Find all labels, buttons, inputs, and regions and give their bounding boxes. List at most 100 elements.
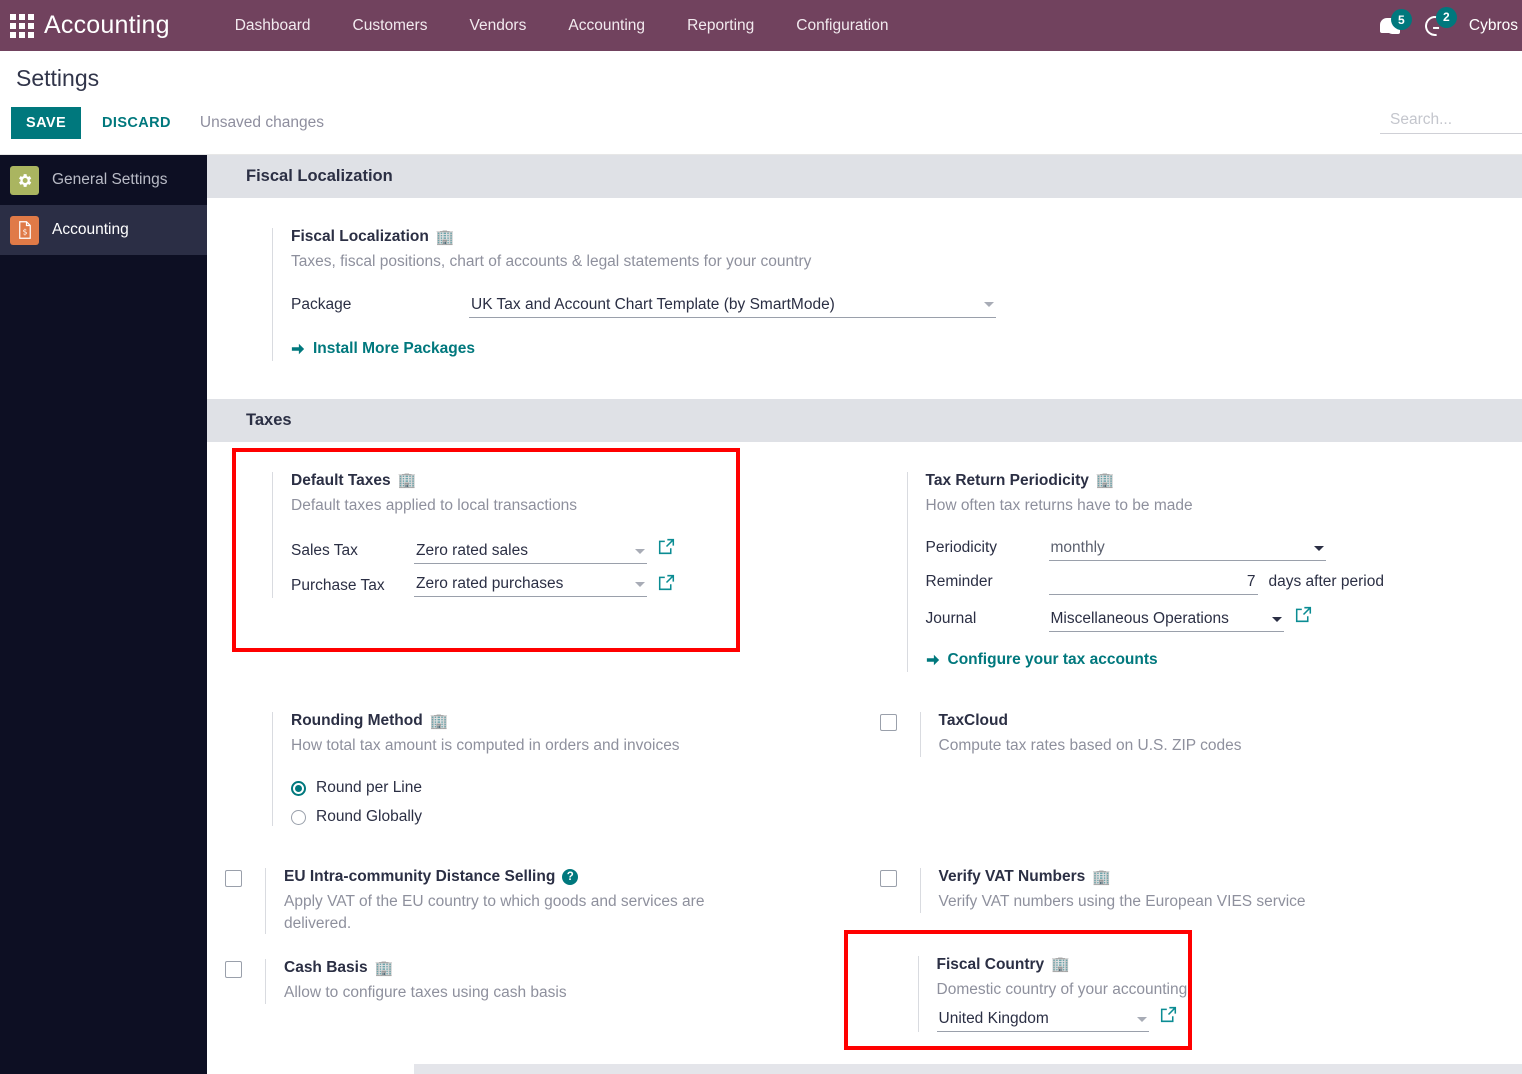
app-brand-title[interactable]: Accounting — [44, 11, 170, 40]
setting-eu-distance-selling: EU Intra-community Distance Selling ? Ap… — [225, 868, 865, 935]
verify-vat-text: Verify VAT Numbers 🏢 Verify VAT numbers … — [919, 868, 1306, 913]
taxcloud-text: TaxCloud Compute tax rates based on U.S.… — [919, 712, 1242, 758]
nav-menu-accounting[interactable]: Accounting — [547, 0, 666, 51]
save-button[interactable]: SAVE — [11, 107, 82, 139]
company-building-icon: 🏢 — [374, 959, 394, 977]
company-building-icon: 🏢 — [1051, 956, 1070, 974]
package-select[interactable]: UK Tax and Account Chart Template (by Sm… — [469, 295, 996, 318]
setting-title-text: Cash Basis — [284, 959, 368, 977]
purchase-tax-row: Purchase Tax Zero rated purchases — [291, 574, 865, 598]
setting-title-text: Tax Return Periodicity — [925, 471, 1089, 489]
fiscal-country-open-link[interactable] — [1160, 1006, 1177, 1023]
section-header-fiscal-localization: Fiscal Localization — [207, 155, 1522, 198]
chevron-down-icon — [1136, 1016, 1147, 1022]
setting-description: How total tax amount is computed in orde… — [291, 737, 680, 755]
discard-button[interactable]: DISCARD — [87, 107, 186, 139]
fiscal-country-select[interactable]: United Kingdom — [936, 1009, 1149, 1033]
fiscal-localization-block: Fiscal Localization 🏢 Taxes, fiscal posi… — [207, 198, 1522, 361]
nav-menu-vendors[interactable]: Vendors — [448, 0, 547, 51]
footer-strip — [414, 1064, 1522, 1074]
sidebar-item-general-settings[interactable]: General Settings — [0, 155, 207, 205]
activities-button[interactable]: 2 — [1420, 6, 1457, 40]
setting-fiscal-localization: Fiscal Localization 🏢 Taxes, fiscal posi… — [272, 228, 996, 361]
setting-title: Cash Basis 🏢 — [284, 959, 567, 977]
nav-menu-customers[interactable]: Customers — [332, 0, 449, 51]
journal-row: Journal Miscellaneous Operations — [926, 606, 1522, 633]
help-icon[interactable]: ? — [562, 869, 579, 886]
setting-title-text: Default Taxes — [291, 471, 391, 489]
reminder-row: Reminder days after period — [925, 572, 1522, 596]
periodicity-select[interactable]: monthly — [1048, 538, 1326, 562]
setting-description: Allow to configure taxes using cash basi… — [284, 984, 567, 1002]
setting-title: TaxCloud — [939, 712, 1242, 730]
nav-menu-dashboard[interactable]: Dashboard — [214, 0, 332, 51]
search-input[interactable] — [1380, 109, 1522, 134]
radio-round-globally[interactable]: Round Globally — [291, 808, 865, 826]
journal-value: Miscellaneous Operations — [1050, 610, 1229, 628]
messages-button[interactable]: 5 — [1379, 9, 1412, 34]
purchase-tax-open-link[interactable] — [658, 574, 675, 591]
setting-default-taxes: Default Taxes 🏢 Default taxes applied to… — [272, 471, 865, 598]
sales-tax-select[interactable]: Zero rated sales — [414, 541, 647, 565]
configure-tax-accounts-link[interactable]: Configure your tax accounts — [926, 651, 1158, 669]
radio-label: Round per Line — [316, 779, 422, 797]
purchase-tax-value: Zero rated purchases — [416, 575, 564, 593]
setting-title-text: Verify VAT Numbers — [938, 868, 1086, 886]
action-buttons: SAVE DISCARD Unsaved changes — [0, 90, 1522, 139]
taxcloud-checkbox[interactable] — [879, 714, 897, 732]
chevron-down-icon — [984, 302, 994, 308]
arrow-right-icon — [926, 655, 939, 666]
sidebar-item-label: General Settings — [52, 171, 168, 188]
setting-description: Domestic country of your accounting — [936, 980, 1188, 998]
sidebar-item-accounting[interactable]: $ Accounting — [0, 205, 207, 255]
settings-content: Fiscal Localization Fiscal Localization … — [207, 155, 1522, 1074]
chevron-down-icon — [1313, 545, 1324, 551]
setting-tax-return-periodicity: Tax Return Periodicity 🏢 How often tax r… — [906, 471, 1522, 673]
eu-distance-selling-checkbox[interactable] — [225, 870, 242, 888]
user-menu[interactable]: Cybros — [1469, 17, 1522, 35]
setting-taxcloud: TaxCloud Compute tax rates based on U.S.… — [879, 712, 1522, 758]
sales-tax-label: Sales Tax — [291, 542, 358, 560]
purchase-tax-select[interactable]: Zero rated purchases — [414, 574, 647, 598]
company-building-icon: 🏢 — [435, 228, 455, 246]
external-link-icon — [658, 539, 675, 555]
radio-round-per-line[interactable]: Round per Line — [291, 779, 865, 797]
setting-title: Tax Return Periodicity 🏢 — [926, 472, 1522, 490]
nav-menu-reporting[interactable]: Reporting — [666, 0, 775, 51]
setting-title-text: EU Intra-community Distance Selling — [284, 868, 556, 886]
sales-tax-open-link[interactable] — [658, 538, 675, 555]
default-taxes-col: Default Taxes 🏢 Default taxes applied to… — [207, 471, 865, 673]
install-more-packages-link[interactable]: Install More Packages — [291, 340, 475, 358]
taxes-row-1: Default Taxes 🏢 Default taxes applied to… — [207, 442, 1522, 673]
fiscal-country-value: United Kingdom — [938, 1010, 1049, 1028]
setting-title: Fiscal Country 🏢 — [937, 956, 1522, 974]
sales-tax-value: Zero rated sales — [416, 542, 528, 560]
company-building-icon: 🏢 — [429, 712, 449, 730]
reminder-days-input[interactable] — [1048, 572, 1258, 596]
journal-select[interactable]: Miscellaneous Operations — [1048, 609, 1284, 633]
setting-description: Default taxes applied to local transacti… — [291, 496, 578, 514]
verify-vat-checkbox[interactable] — [879, 870, 897, 888]
messages-badge: 5 — [1390, 9, 1412, 30]
nav-menu-configuration[interactable]: Configuration — [775, 0, 909, 51]
setting-title: Rounding Method 🏢 — [291, 712, 865, 730]
settings-sidebar: General Settings $ Accounting — [0, 155, 207, 1074]
eu-distance-selling-text: EU Intra-community Distance Selling ? Ap… — [265, 868, 720, 935]
radio-icon-unselected — [291, 809, 306, 825]
install-more-packages-label: Install More Packages — [313, 339, 475, 357]
package-field-row: Package UK Tax and Account Chart Templat… — [291, 295, 996, 318]
radio-label: Round Globally — [316, 808, 422, 826]
cash-basis-checkbox[interactable] — [225, 961, 242, 979]
setting-title: EU Intra-community Distance Selling ? — [284, 868, 720, 886]
eu-distance-selling-col: EU Intra-community Distance Selling ? Ap… — [207, 868, 865, 1032]
cash-basis-text: Cash Basis 🏢 Allow to configure taxes us… — [265, 959, 567, 1005]
chevron-down-icon — [1271, 616, 1282, 622]
verify-vat-col: Verify VAT Numbers 🏢 Verify VAT numbers … — [865, 868, 1522, 1033]
journal-open-link[interactable] — [1295, 606, 1312, 623]
apps-grid-icon[interactable] — [9, 13, 35, 39]
reminder-label: Reminder — [925, 573, 993, 591]
chevron-down-icon — [635, 581, 645, 587]
setting-description: Taxes, fiscal positions, chart of accoun… — [291, 253, 812, 270]
setting-title: Default Taxes 🏢 — [291, 472, 865, 490]
sales-tax-row: Sales Tax Zero rated sales — [291, 538, 865, 565]
